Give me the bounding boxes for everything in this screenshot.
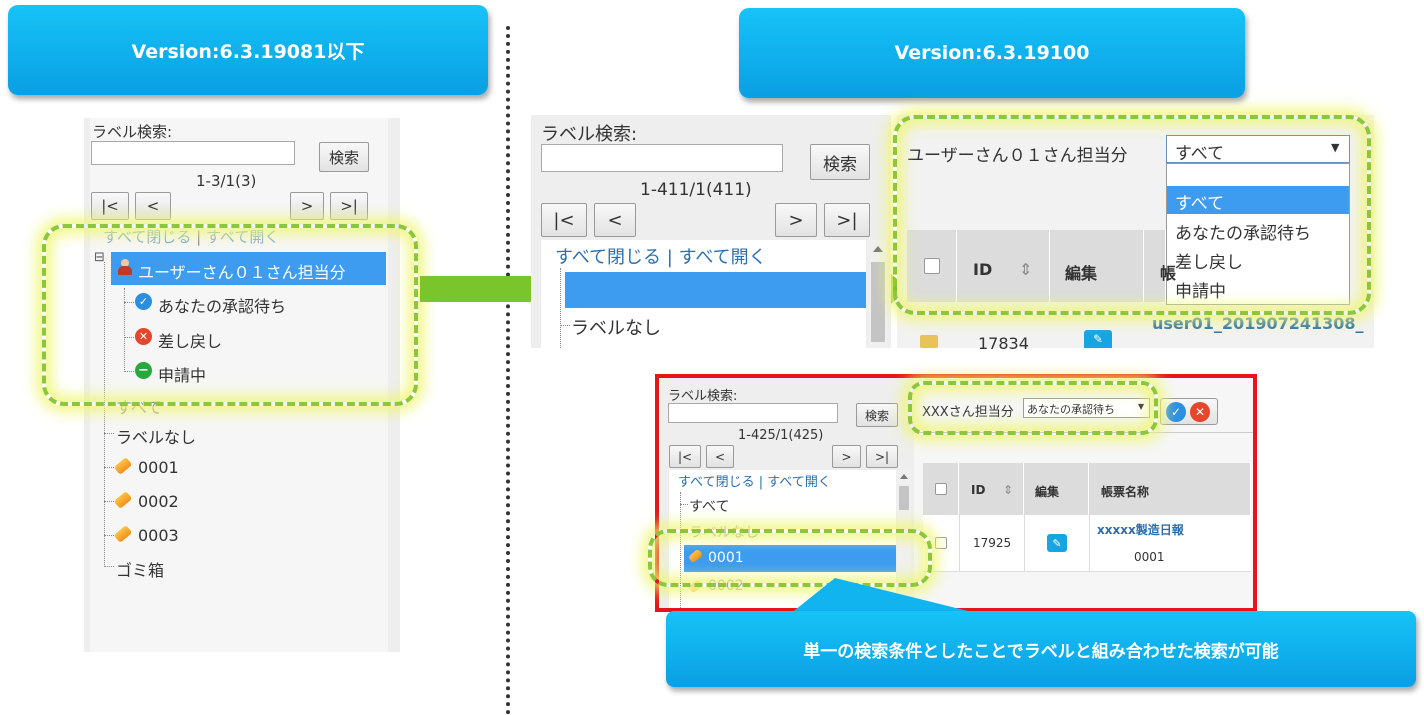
new-expand-all-link[interactable]: すべて開く: [679, 247, 767, 268]
ex-tree-item-all[interactable]: すべて: [689, 496, 729, 516]
ex-expand-all-link[interactable]: すべて開く: [767, 475, 831, 490]
sort-icon: ⇕: [1003, 483, 1014, 497]
old-tree-item-trash[interactable]: ゴミ箱: [116, 557, 164, 581]
new-separator: |: [666, 247, 673, 268]
check-circle-icon[interactable]: ✓: [1166, 402, 1186, 422]
new-count: 1-411/1(411): [640, 180, 752, 200]
left-version-text: Version:6.3.19081以下: [131, 40, 365, 63]
old-count: 1-3/1(3): [196, 172, 257, 190]
ex-collapse-all-link[interactable]: すべて閉じる: [678, 475, 755, 490]
ex-next-page-button[interactable]: >: [832, 445, 861, 468]
ex-separator: |: [758, 475, 764, 490]
old-label-search-input[interactable]: [91, 141, 295, 165]
ex-search-button[interactable]: 検索: [856, 403, 898, 427]
ex-row-label: 0001: [1134, 550, 1165, 564]
old-tree-label-0001[interactable]: 0001: [138, 458, 179, 477]
new-first-page-button[interactable]: |<: [541, 203, 587, 237]
ex-col-id[interactable]: ID ⇕: [959, 463, 1024, 515]
new-label-search-input[interactable]: [541, 144, 783, 172]
callout-pointer: [790, 578, 980, 614]
old-prev-page-button[interactable]: <: [135, 192, 171, 220]
new-last-page-button[interactable]: >|: [824, 203, 870, 237]
ex-row-id: 17925: [973, 536, 1012, 550]
callout-text: 単一の検索条件としたことでラベルと組み合わせた検索が可能: [803, 641, 1279, 662]
new-selected-tree-item[interactable]: [565, 272, 866, 308]
ex-label-search-input[interactable]: [668, 403, 838, 423]
new-label-search-title: ラベル検索:: [541, 124, 638, 145]
ex-col-form-name: 帳票名称: [1089, 463, 1251, 515]
new-tree-controls: すべて閉じる | すべて開く: [555, 243, 767, 269]
old-next-page-button[interactable]: >: [290, 192, 324, 220]
new-next-page-button[interactable]: >: [775, 203, 817, 237]
ex-col-checkbox: [923, 463, 959, 515]
ex-first-page-button[interactable]: |<: [669, 445, 701, 468]
new-tree-item-no-label[interactable]: ラベルなし: [571, 314, 661, 340]
ex-label-search-title: ラベル検索:: [668, 389, 738, 404]
ex-tree-controls: すべて閉じる | すべて開く: [678, 471, 831, 490]
old-label-search-title: ラベル検索:: [92, 123, 173, 141]
old-first-page-button[interactable]: |<: [91, 192, 129, 220]
new-prev-page-button[interactable]: <: [594, 203, 636, 237]
old-tree-label-0003[interactable]: 0003: [138, 526, 179, 545]
old-tree-label-0002[interactable]: 0002: [138, 492, 179, 511]
ex-filter-highlight-box: [908, 381, 1158, 435]
ex-select-all-checkbox[interactable]: [935, 483, 947, 495]
old-last-page-button[interactable]: >|: [330, 192, 368, 220]
ex-last-page-button[interactable]: >|: [866, 445, 898, 468]
ex-row-form-name[interactable]: xxxxx製造日報: [1097, 521, 1184, 538]
ex-count: 1-425/1(425): [738, 428, 824, 443]
ex-row-checkbox[interactable]: [935, 537, 947, 549]
left-version-banner: Version:6.3.19081以下: [8, 5, 488, 95]
new-search-button[interactable]: 検索: [810, 144, 870, 180]
callout-box: 単一の検索条件としたことでラベルと組み合わせた検索が可能: [666, 611, 1416, 687]
new-highlight-box: [893, 115, 1371, 315]
old-highlight-box: [42, 224, 418, 406]
ex-row-edit-icon[interactable]: ✎: [1047, 534, 1067, 552]
old-tree-item-no-label[interactable]: ラベルなし: [116, 424, 196, 448]
x-circle-icon[interactable]: ✕: [1190, 402, 1210, 422]
right-version-banner: Version:6.3.19100: [739, 8, 1245, 98]
ex-prev-page-button[interactable]: <: [706, 445, 734, 468]
lock-icon: [920, 335, 938, 348]
section-divider: [506, 26, 510, 715]
new-row-id: 17834: [978, 334, 1029, 353]
old-search-button[interactable]: 検索: [319, 142, 369, 172]
right-version-text: Version:6.3.19100: [894, 42, 1090, 64]
new-collapse-all-link[interactable]: すべて閉じる: [555, 247, 661, 268]
new-row-link[interactable]: user01_201907241308_: [1152, 314, 1364, 333]
new-row-edit-icon[interactable]: ✎: [1084, 330, 1112, 348]
ex-apply-cancel-group: ✓ ✕: [1160, 398, 1218, 425]
new-tree-scrollbar[interactable]: [869, 240, 887, 348]
ex-col-edit: 編集: [1024, 463, 1089, 515]
